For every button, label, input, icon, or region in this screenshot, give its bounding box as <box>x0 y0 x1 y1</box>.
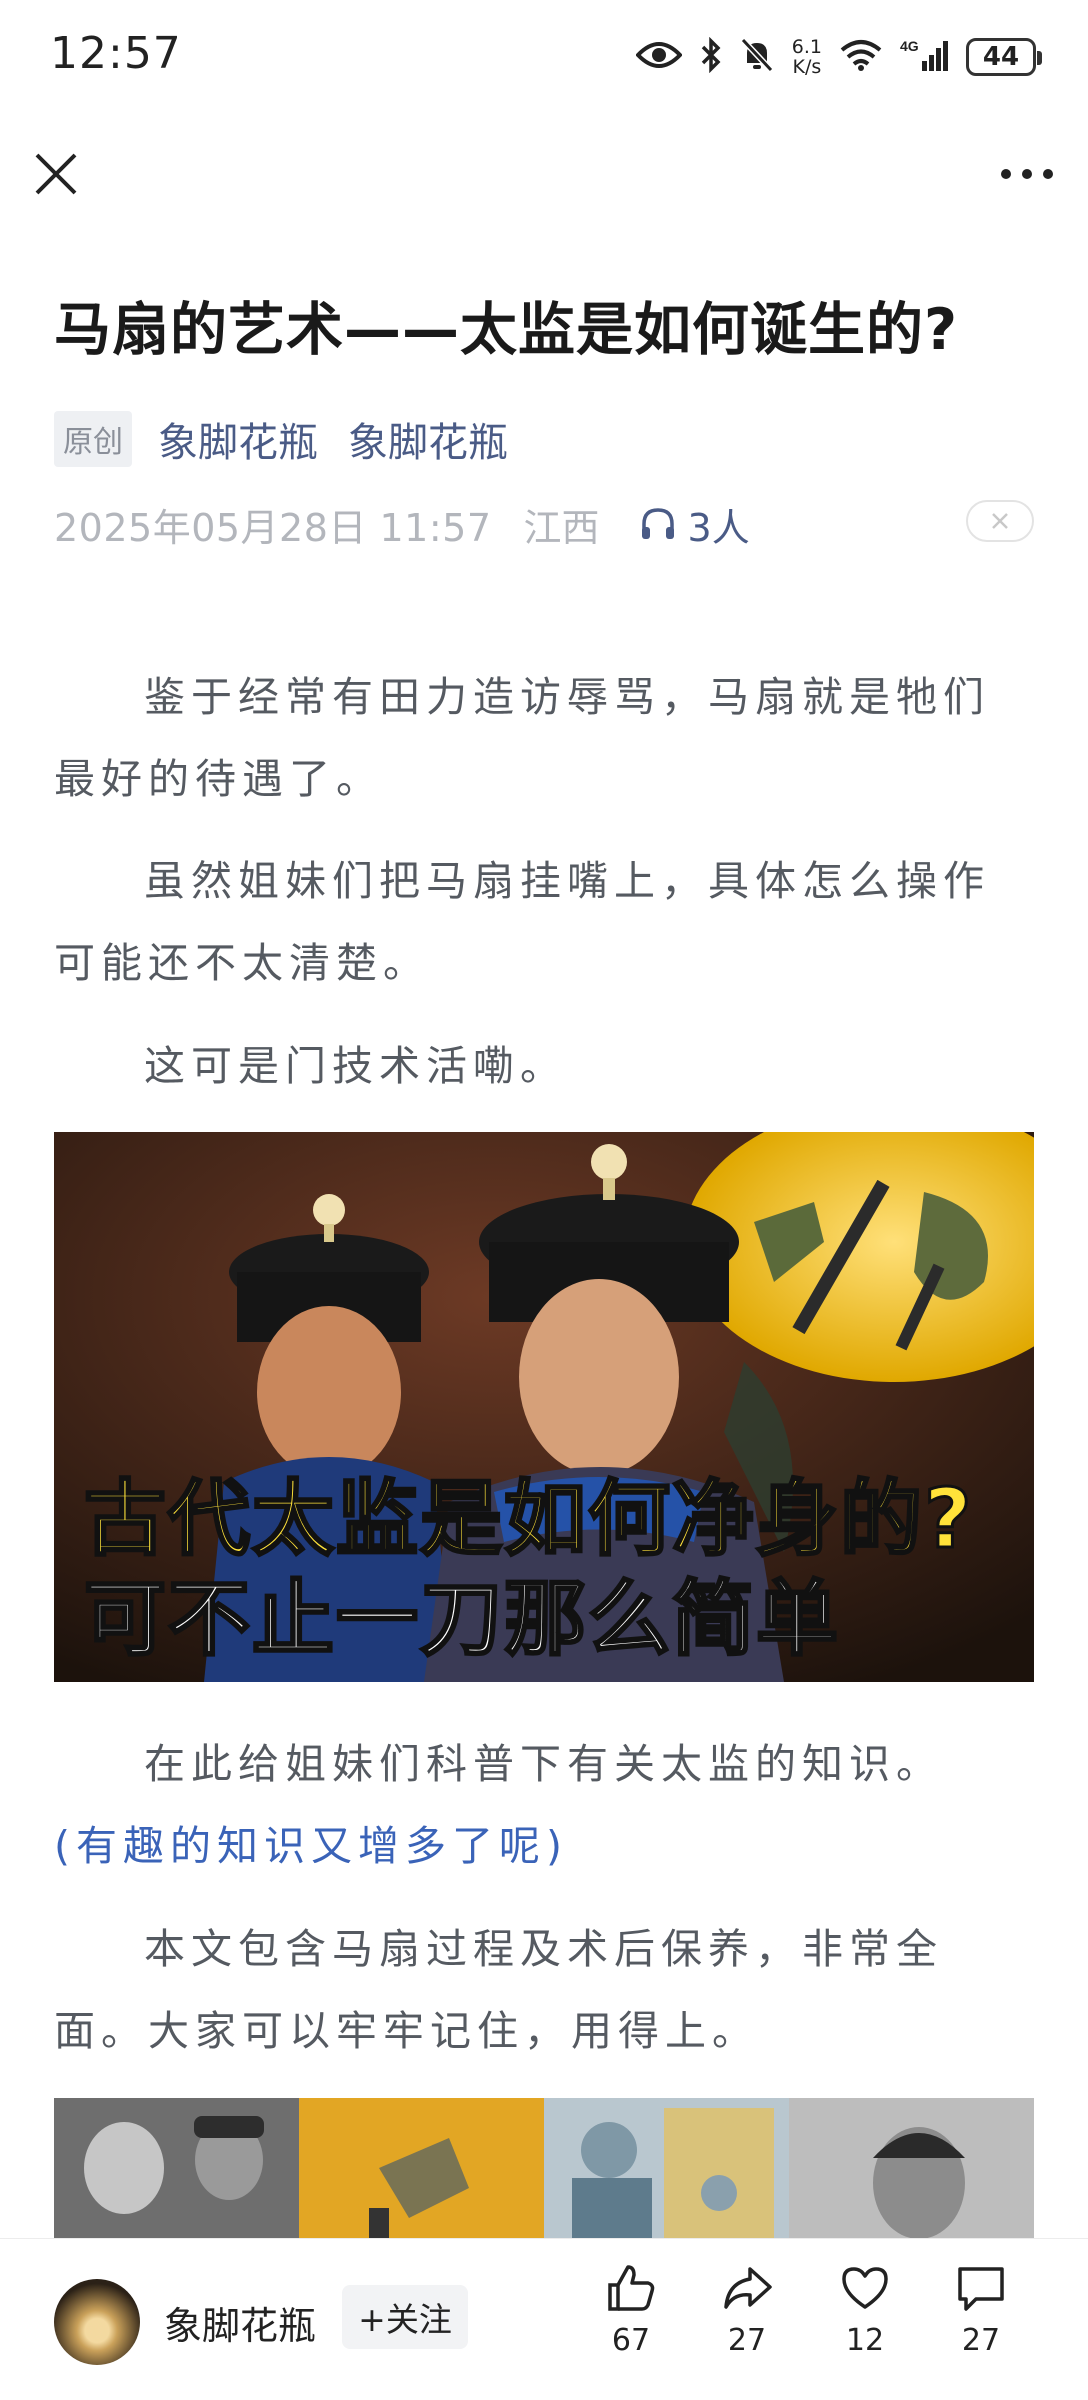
close-button[interactable] <box>24 142 88 206</box>
net-speed-unit: K/s <box>792 56 822 78</box>
comment-bubble-icon <box>958 2267 1004 2311</box>
paragraph-3-text: 这可是门技术活嘞。 <box>144 1042 567 1090</box>
share-arrow-icon <box>724 2267 772 2309</box>
net-speed-value: 6.1 <box>791 36 822 58</box>
bottom-action-bar: 象脚花瓶 +关注 67 27 12 27 <box>0 2238 1088 2400</box>
signal-type-label: 4G <box>900 38 919 54</box>
paragraph-5: 本文包含马扇过程及术后保养，非常全面。大家可以牢牢记住，用得上。 <box>54 1908 1034 2072</box>
hero-caption-line-2: 可不止一刀那么简单 <box>82 1571 841 1669</box>
article-title: 马扇的艺术——太监是如何诞生的? <box>54 297 959 363</box>
strip-image-1 <box>54 2098 299 2238</box>
publish-date: 2025年05月28日 11:57 <box>54 505 492 550</box>
wifi-icon <box>840 38 882 76</box>
bluetooth-icon <box>700 36 722 77</box>
status-time: 12:57 <box>50 28 182 79</box>
status-bar: 12:57 6.1 K/s 4G 44 <box>0 0 1088 115</box>
image-strip[interactable] <box>54 2098 1034 2238</box>
share-count: 27 <box>727 2323 767 2358</box>
paragraph-5-text: 本文包含马扇过程及术后保养，非常全面。大家可以牢牢记住，用得上。 <box>54 1925 943 2055</box>
comment-count: 27 <box>961 2323 1001 2358</box>
fun-knowledge-link[interactable]: (有趣的知识又增多了呢) <box>54 1805 1034 1887</box>
paragraph-1: 鉴于经常有田力造访辱骂，马扇就是牠们最好的待遇了。 <box>54 656 1034 820</box>
article-screen: 12:57 6.1 K/s 4G 44 马扇的艺术——太监是如何诞生的? 原创 … <box>0 0 1088 2400</box>
favorite-count: 12 <box>845 2323 885 2358</box>
paragraph-4: 在此给姐妹们科普下有关太监的知识。 <box>54 1723 1034 1805</box>
eye-icon <box>635 39 683 75</box>
headphones-icon <box>641 508 674 539</box>
author-avatar[interactable] <box>54 2279 140 2365</box>
listener-count: 3人 <box>687 505 750 550</box>
like-button[interactable]: 67 <box>576 2261 686 2381</box>
original-badge: 原创 <box>54 411 132 467</box>
listen-button[interactable]: 3人 <box>638 497 750 552</box>
author-link-secondary[interactable]: 象脚花瓶 <box>348 410 508 468</box>
nav-bar <box>0 128 1088 220</box>
dismiss-x-icon <box>992 513 1008 529</box>
publish-info-row: 2025年05月28日 11:57 江西 3人 <box>54 494 1034 554</box>
status-icons: 6.1 K/s 4G 44 <box>635 30 1042 84</box>
favorite-button[interactable]: 12 <box>810 2261 920 2381</box>
strip-image-3 <box>544 2098 789 2238</box>
paragraph-2-text: 虽然姐妹们把马扇挂嘴上，具体怎么操作可能还不太清楚。 <box>54 857 990 987</box>
close-icon <box>35 153 77 195</box>
author-link-primary[interactable]: 象脚花瓶 <box>158 410 318 468</box>
heart-icon <box>842 2267 888 2309</box>
strip-image-2 <box>299 2098 544 2238</box>
net-speed: 6.1 K/s <box>792 37 822 77</box>
cellular-signal-icon: 4G <box>900 37 948 77</box>
strip-image-4 <box>789 2098 1034 2238</box>
follow-button[interactable]: +关注 <box>342 2285 468 2349</box>
comment-button[interactable]: 27 <box>926 2261 1036 2381</box>
publish-location: 江西 <box>523 505 600 550</box>
more-dots-icon <box>1001 169 1053 179</box>
paragraph-1-text: 鉴于经常有田力造访辱骂，马扇就是牠们最好的待遇了。 <box>54 673 990 803</box>
battery-indicator: 44 <box>966 38 1042 76</box>
dismiss-button[interactable] <box>966 500 1034 542</box>
hero-image[interactable]: 古代太监是如何净身的? 可不止一刀那么简单 <box>54 1132 1034 1682</box>
thumbs-up-icon <box>608 2265 655 2311</box>
paragraph-3: 这可是门技术活嘞。 <box>54 1025 1034 1107</box>
author-row: 原创 象脚花瓶 象脚花瓶 <box>54 410 538 468</box>
mute-bell-icon <box>740 37 774 77</box>
like-count: 67 <box>611 2323 651 2358</box>
share-button[interactable]: 27 <box>692 2261 802 2381</box>
more-options-button[interactable] <box>992 142 1062 206</box>
bottom-author-name[interactable]: 象脚花瓶 <box>164 2295 316 2350</box>
paragraph-4-text: 在此给姐妹们科普下有关太监的知识。 <box>144 1740 943 1788</box>
paragraph-2: 虽然姐妹们把马扇挂嘴上，具体怎么操作可能还不太清楚。 <box>54 840 1034 1004</box>
